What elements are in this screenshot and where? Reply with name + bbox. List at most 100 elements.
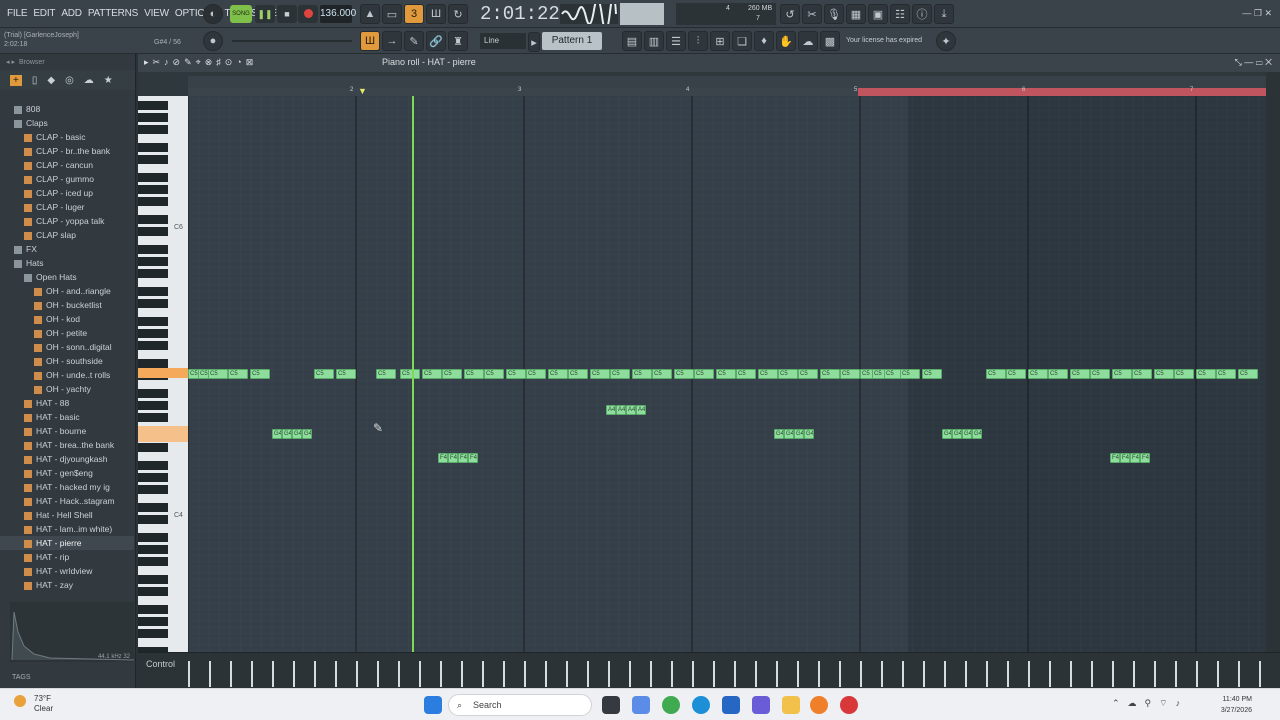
black-key[interactable] [138, 245, 168, 254]
note-c5[interactable]: C5 [840, 369, 860, 379]
master-volume-slider[interactable] [232, 40, 352, 42]
velocity-bar[interactable] [608, 661, 610, 687]
app-icon[interactable] [840, 696, 858, 714]
velocity-bar[interactable] [503, 661, 505, 687]
browser-item[interactable]: OH - and..riangle [0, 284, 134, 298]
piano-roll-window-controls[interactable]: ⤡ — ▭ ✕ [1235, 57, 1272, 68]
stop-button[interactable]: ■ [277, 5, 297, 23]
save-icon[interactable]: ▣ [868, 4, 888, 24]
browser-item[interactable]: Claps [0, 116, 134, 130]
note-g4[interactable]: G4 [784, 429, 794, 439]
piano-keyboard[interactable]: C6C5C4 [138, 96, 188, 652]
vertical-scrollbar[interactable] [1266, 72, 1280, 652]
note-f4[interactable]: F4 [1110, 453, 1120, 463]
browser-item[interactable]: OH - unde..t rolls [0, 368, 134, 382]
black-key[interactable] [138, 287, 168, 296]
black-key[interactable] [138, 341, 168, 350]
velocity-bar[interactable] [1154, 661, 1156, 687]
black-key[interactable] [138, 473, 168, 482]
browser-nav-icon[interactable]: ◂ ▸ [6, 58, 15, 66]
browser-item[interactable]: CLAP - basic [0, 130, 134, 144]
black-key[interactable] [138, 605, 168, 614]
shop-icon[interactable]: ▩ [820, 31, 840, 51]
song-mode-button[interactable]: SONG [230, 5, 252, 23]
velocity-bar[interactable] [545, 661, 547, 687]
browser-item[interactable]: Hat - Hell Shell [0, 508, 134, 522]
browser-item[interactable]: HAT - wrldview [0, 564, 134, 578]
velocity-bar[interactable] [1112, 661, 1114, 687]
browser-item[interactable]: CLAP - iced up [0, 186, 134, 200]
black-key[interactable] [138, 443, 168, 452]
note-g4[interactable]: G4 [952, 429, 962, 439]
black-key[interactable] [138, 587, 168, 596]
black-key[interactable] [138, 629, 168, 638]
menu-file[interactable]: FILE [4, 8, 30, 19]
browser-item[interactable]: OH - bucketlist [0, 298, 134, 312]
velocity-bar[interactable] [713, 661, 715, 687]
note-g4[interactable]: G4 [962, 429, 972, 439]
record-button[interactable] [298, 5, 318, 23]
fl-studio-icon[interactable] [810, 696, 828, 714]
browser-item[interactable]: HAT - hacked my ig [0, 480, 134, 494]
velocity-bar[interactable] [734, 661, 736, 687]
black-key[interactable] [138, 269, 168, 278]
note-grid[interactable]: C5 C5 C5 C5 C5 C5 C5 C5 C5 C5 C5 C5 C5 C5 C5 C5 C5 C5 C5 C5… [188, 96, 1266, 652]
note-g4[interactable]: G4 [804, 429, 814, 439]
velocity-bar[interactable] [440, 661, 442, 687]
clipboard-icon[interactable]: ❏ [732, 31, 752, 51]
note-c5[interactable]: C5 [376, 369, 396, 379]
note-g4[interactable]: G4 [774, 429, 784, 439]
velocity-bar[interactable] [209, 661, 211, 687]
browser-item[interactable]: HAT - rip [0, 550, 134, 564]
file-icon[interactable]: ▯ [32, 75, 38, 86]
note-g4[interactable]: G4 [282, 429, 292, 439]
loop-record-icon[interactable]: ↻ [448, 4, 468, 24]
pencil-icon[interactable]: ✎ [404, 31, 424, 51]
velocity-bar[interactable] [776, 661, 778, 687]
note-c5[interactable]: C5 [442, 369, 462, 379]
velocity-bar[interactable] [650, 661, 652, 687]
note-c5[interactable]: C5 [208, 369, 228, 379]
note-a4[interactable]: A4 [616, 405, 626, 415]
note-c5[interactable]: C5 [250, 369, 270, 379]
browser-item[interactable]: HAT - bourne [0, 424, 134, 438]
browser-item[interactable]: OH - petite [0, 326, 134, 340]
control-label[interactable]: Control [146, 659, 175, 669]
microphone-icon[interactable]: 🎙 [824, 4, 844, 24]
velocity-bar[interactable] [230, 661, 232, 687]
browser-item[interactable]: HAT - lam..im white) [0, 522, 134, 536]
note-c5[interactable]: C5 [610, 369, 630, 379]
note-c5[interactable]: C5 [758, 369, 778, 379]
black-key[interactable] [138, 461, 168, 470]
note-f4[interactable]: F4 [448, 453, 458, 463]
black-key[interactable] [138, 359, 168, 368]
tempo-tap-icon[interactable]: ✋ [776, 31, 796, 51]
note-g4[interactable]: G4 [272, 429, 282, 439]
master-pitch-knob-icon[interactable]: ● [203, 31, 223, 51]
black-key[interactable] [138, 533, 168, 542]
velocity-bar[interactable] [1175, 661, 1177, 687]
black-key[interactable] [138, 155, 168, 164]
mixer-icon[interactable]: ☷ [890, 4, 910, 24]
playhead-marker-icon[interactable]: ▼ [358, 86, 367, 96]
note-c5[interactable]: C5 [1006, 369, 1026, 379]
browser-item[interactable]: CLAP - yoppa talk [0, 214, 134, 228]
velocity-bar[interactable] [1196, 661, 1198, 687]
black-key[interactable] [138, 185, 168, 194]
pause-button[interactable]: ❚❚ [255, 5, 275, 23]
note-c5[interactable]: C5 [590, 369, 610, 379]
note-c5[interactable]: C5 [314, 369, 334, 379]
note-c5[interactable]: C5 [1028, 369, 1048, 379]
velocity-bar[interactable] [587, 661, 589, 687]
weather-widget[interactable]: 73°F Clear [34, 694, 53, 714]
browser-item[interactable]: 808 [0, 102, 134, 116]
note-f4[interactable]: F4 [1140, 453, 1150, 463]
note-c5[interactable]: C5 [526, 369, 546, 379]
black-key[interactable] [138, 575, 168, 584]
note-c5[interactable]: C5 [548, 369, 568, 379]
note-c5[interactable]: C5 [1154, 369, 1174, 379]
velocity-bar[interactable] [839, 661, 841, 687]
black-key[interactable] [138, 197, 168, 206]
note-f4[interactable]: F4 [1130, 453, 1140, 463]
velocity-bar[interactable] [251, 661, 253, 687]
